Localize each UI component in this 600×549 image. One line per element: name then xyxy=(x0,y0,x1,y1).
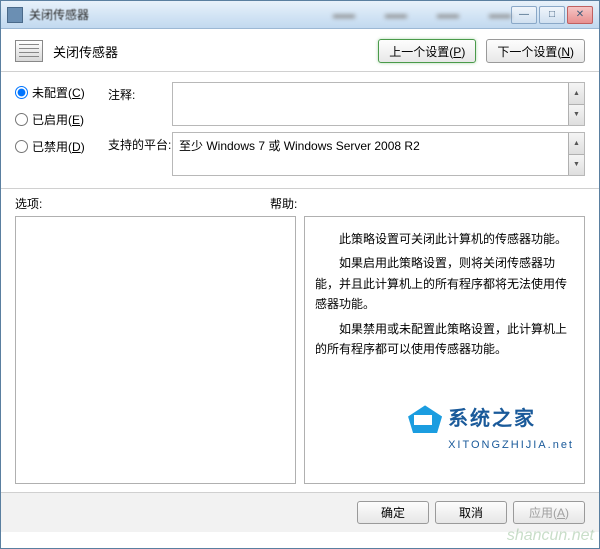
platform-label: 支持的平台: xyxy=(108,132,172,153)
platform-value: 至少 Windows 7 或 Windows Server 2008 R2 xyxy=(179,139,420,153)
prev-setting-button[interactable]: 上一个设置(P) xyxy=(378,39,476,63)
radio-key: E xyxy=(72,113,80,127)
comment-spin[interactable]: ▲▼ xyxy=(568,83,584,125)
apply-button[interactable]: 应用(A) xyxy=(513,501,585,524)
help-label: 帮助: xyxy=(270,195,297,212)
radio-column: 未配置(C) 已启用(E) 已禁用(D) xyxy=(15,82,100,182)
policy-title: 关闭传感器 xyxy=(53,42,368,61)
house-icon xyxy=(408,405,442,433)
config-section: 未配置(C) 已启用(E) 已禁用(D) 注释: ▲▼ 支持的平台: 至少 Wi… xyxy=(1,72,599,189)
titlebar-blur: ▬▬▬▬▬▬▬▬ xyxy=(333,9,511,21)
help-p2: 如果启用此策略设置，则将关闭传感器功能，并且此计算机上的所有程序都将无法使用传感… xyxy=(315,253,574,314)
watermark-cn: 系统之家 xyxy=(448,402,536,436)
radio-not-configured-input[interactable] xyxy=(15,86,28,99)
radio-enabled[interactable]: 已启用(E) xyxy=(15,111,100,128)
spin-up-icon[interactable]: ▲ xyxy=(568,83,584,105)
comment-label: 注释: xyxy=(108,82,172,103)
help-p1: 此策略设置可关闭此计算机的传感器功能。 xyxy=(315,229,574,249)
watermark-url: XITONGZHIJIA.net xyxy=(448,436,574,455)
spin-down-icon[interactable]: ▼ xyxy=(568,105,584,126)
ok-button[interactable]: 确定 xyxy=(357,501,429,524)
help-panel: 此策略设置可关闭此计算机的传感器功能。 如果启用此策略设置，则将关闭传感器功能，… xyxy=(304,216,585,484)
titlebar: 关闭传感器 ▬▬▬▬▬▬▬▬ — □ ✕ xyxy=(1,1,599,29)
apply-label: 应用 xyxy=(529,506,553,520)
cancel-button[interactable]: 取消 xyxy=(435,501,507,524)
radio-disabled[interactable]: 已禁用(D) xyxy=(15,138,100,155)
watermark-logo: 系统之家 XITONGZHIJIA.net xyxy=(408,402,574,455)
apply-key: A xyxy=(557,506,565,520)
header-row: 关闭传感器 上一个设置(P) 下一个设置(N) xyxy=(1,29,599,72)
radio-label: 未配置 xyxy=(32,84,68,101)
help-p3: 如果禁用或未配置此策略设置，此计算机上的所有程序都可以使用传感器功能。 xyxy=(315,319,574,360)
policy-icon xyxy=(15,40,43,62)
footer: 确定 取消 应用(A) xyxy=(1,492,599,532)
radio-disabled-input[interactable] xyxy=(15,140,28,153)
options-panel xyxy=(15,216,296,484)
spin-up-icon[interactable]: ▲ xyxy=(568,133,584,155)
window-icon xyxy=(7,7,23,23)
radio-key: D xyxy=(72,140,81,154)
comment-field[interactable]: ▲▼ xyxy=(172,82,585,126)
close-button[interactable]: ✕ xyxy=(567,6,593,24)
next-setting-button[interactable]: 下一个设置(N) xyxy=(486,39,585,63)
radio-label: 已启用 xyxy=(32,111,68,128)
panels-labels: 选项: 帮助: xyxy=(1,189,599,216)
options-label: 选项: xyxy=(15,195,270,212)
platform-field: 至少 Windows 7 或 Windows Server 2008 R2 ▲▼ xyxy=(172,132,585,176)
prev-label: 上一个设置 xyxy=(389,45,449,59)
window-title: 关闭传感器 xyxy=(29,6,313,23)
next-label: 下一个设置 xyxy=(497,45,557,59)
radio-enabled-input[interactable] xyxy=(15,113,28,126)
platform-spin[interactable]: ▲▼ xyxy=(568,133,584,175)
radio-label: 已禁用 xyxy=(32,138,68,155)
spin-down-icon[interactable]: ▼ xyxy=(568,155,584,176)
fields-column: 注释: ▲▼ 支持的平台: 至少 Windows 7 或 Windows Ser… xyxy=(108,82,585,182)
radio-key: C xyxy=(72,86,81,100)
minimize-button[interactable]: — xyxy=(511,6,537,24)
maximize-button[interactable]: □ xyxy=(539,6,565,24)
panels-row: 此策略设置可关闭此计算机的传感器功能。 如果启用此策略设置，则将关闭传感器功能，… xyxy=(1,216,599,492)
next-key: N xyxy=(561,45,570,59)
radio-not-configured[interactable]: 未配置(C) xyxy=(15,84,100,101)
prev-key: P xyxy=(453,45,461,59)
